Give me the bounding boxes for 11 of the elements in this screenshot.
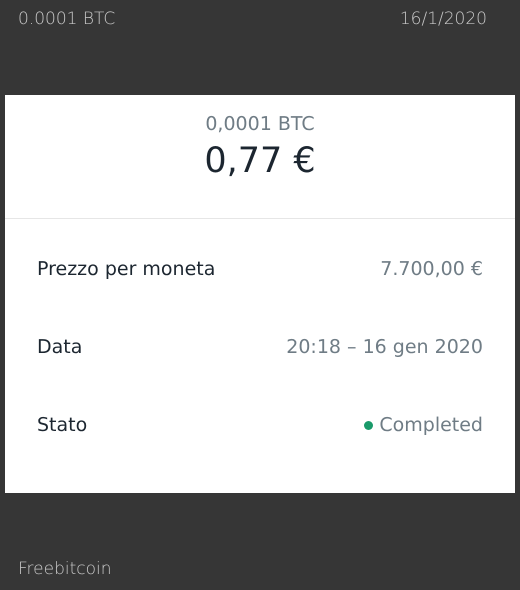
row-label: Stato: [37, 414, 88, 436]
date-text: 16/1/2020: [400, 9, 487, 31]
fiat-amount: 0,77 €: [204, 141, 316, 181]
amount-text: 0.0001 BTC: [18, 9, 116, 31]
row-value: 7.700,00 €: [380, 258, 483, 280]
row-label: Prezzo per moneta: [37, 258, 216, 280]
source-text: Freebitcoin: [18, 559, 112, 579]
row-label: Data: [37, 336, 82, 358]
status-value: Completed: [379, 414, 483, 436]
crypto-amount: 0,0001 BTC: [205, 113, 315, 135]
row-value: 20:18 – 16 gen 2020: [286, 336, 483, 358]
